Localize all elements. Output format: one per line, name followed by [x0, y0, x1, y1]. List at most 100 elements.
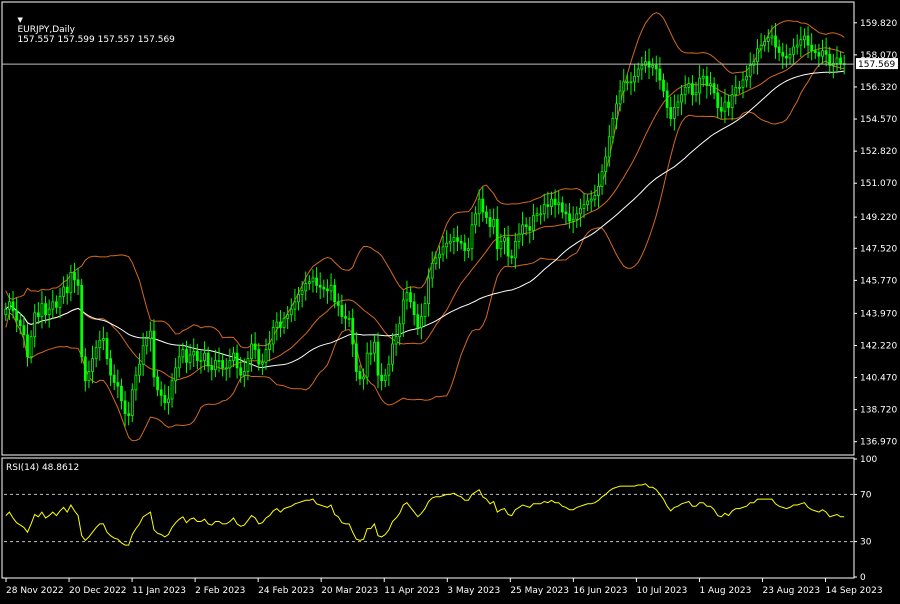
candle-body	[105, 338, 109, 360]
candle-body	[311, 277, 315, 283]
price-tick-label: 152.820	[860, 147, 897, 157]
date-tick-label: 24 Feb 2023	[258, 586, 314, 596]
candle-body	[98, 339, 102, 349]
candle-body	[477, 198, 481, 215]
candle-body	[777, 46, 781, 53]
candle-body	[109, 358, 113, 376]
candle-body	[177, 356, 181, 369]
candle-body	[326, 288, 329, 292]
candle-body	[459, 240, 463, 244]
candle-body	[373, 341, 376, 354]
candle-body	[54, 301, 58, 308]
candle-body	[365, 352, 369, 378]
candle-body	[340, 305, 344, 317]
candle-body	[282, 317, 286, 328]
candle-body	[304, 283, 308, 292]
candle-body	[62, 286, 66, 297]
candle-body	[586, 200, 590, 206]
price-tick-label: 143.970	[860, 309, 897, 319]
candle-body	[427, 277, 431, 305]
candle-body	[528, 226, 532, 231]
candle-body	[51, 301, 55, 310]
candle-body	[235, 352, 239, 369]
candle-body	[799, 39, 803, 46]
candle-body	[369, 352, 373, 355]
candle-body	[264, 349, 268, 363]
price-tick-label: 140.470	[860, 374, 897, 384]
candle-body	[821, 50, 824, 57]
candle-body	[495, 218, 499, 250]
candle-body	[766, 37, 770, 42]
candle-body	[185, 349, 188, 363]
candle-body	[65, 286, 69, 294]
chart-menu-arrow-icon[interactable]: ▼	[17, 16, 22, 24]
candle-body	[644, 61, 647, 66]
candle-body	[300, 290, 304, 295]
candle-body	[232, 352, 235, 361]
candle-body	[741, 79, 745, 88]
candle-body	[564, 211, 568, 215]
candle-body	[354, 343, 358, 372]
candle-body	[532, 215, 535, 231]
chart-header: ▼ EURJPY,Daily 157.557 157.599 157.557 1…	[6, 5, 175, 55]
date-tick-label: 23 Aug 2023	[762, 586, 820, 596]
candle-body	[246, 358, 250, 372]
chart-root: 159.820 158.070 156.320 154.570 152.820 151.0…	[0, 0, 900, 600]
candle-body	[716, 92, 720, 108]
candle-body	[770, 35, 774, 39]
rsi-tick-label: 0	[860, 573, 866, 583]
candle-body	[58, 295, 62, 308]
candle-body	[445, 242, 449, 248]
candle-body	[683, 86, 687, 96]
candle-body	[719, 107, 723, 112]
candle-body	[347, 317, 351, 320]
candle-body	[29, 336, 33, 358]
candle-body	[44, 303, 47, 316]
candle-body	[228, 360, 232, 369]
candle-body	[803, 35, 806, 41]
candle-body	[575, 213, 579, 220]
candle-body	[203, 352, 206, 361]
candle-body	[680, 94, 683, 103]
candle-body	[492, 218, 496, 228]
candle-body	[756, 48, 759, 63]
candle-body	[152, 330, 156, 378]
candle-body	[456, 237, 459, 242]
candle-body	[141, 345, 145, 365]
candle-body	[517, 233, 521, 242]
candle-body	[351, 317, 355, 345]
candle-body	[582, 204, 586, 209]
candle-body	[391, 343, 394, 365]
candle-body	[387, 363, 391, 376]
candle-body	[737, 86, 741, 89]
candle-body	[253, 343, 257, 350]
candle-body	[329, 284, 333, 292]
candle-body	[4, 308, 8, 316]
date-tick-label: 2 Feb 2023	[195, 586, 245, 596]
candle-body	[174, 367, 178, 382]
ohlc-values: 157.557 157.599 157.557 157.569	[17, 35, 175, 45]
candle-body	[362, 376, 365, 380]
date-tick-label: 16 Jun 2023	[573, 586, 627, 596]
price-tick-label: 147.520	[860, 244, 897, 254]
date-tick-label: 14 Sep 2023	[826, 586, 883, 596]
candle-body	[120, 385, 123, 402]
candle-body	[293, 301, 297, 310]
candle-body	[521, 224, 524, 235]
candle-body	[145, 338, 149, 347]
candle-body	[676, 101, 680, 108]
candle-body	[322, 286, 326, 290]
candle-body	[604, 156, 608, 173]
candle-body	[156, 376, 159, 391]
candle-body	[745, 75, 749, 81]
price-tick-label: 156.320	[860, 83, 897, 93]
candle-body	[8, 301, 11, 310]
candle-body	[26, 334, 29, 358]
date-tick-label: 20 Mar 2023	[321, 586, 378, 596]
candle-body	[662, 79, 665, 92]
candle-body	[618, 90, 622, 105]
candle-body	[734, 86, 738, 96]
candle-body	[69, 272, 73, 294]
candle-body	[470, 224, 474, 250]
candle-body	[448, 240, 452, 244]
